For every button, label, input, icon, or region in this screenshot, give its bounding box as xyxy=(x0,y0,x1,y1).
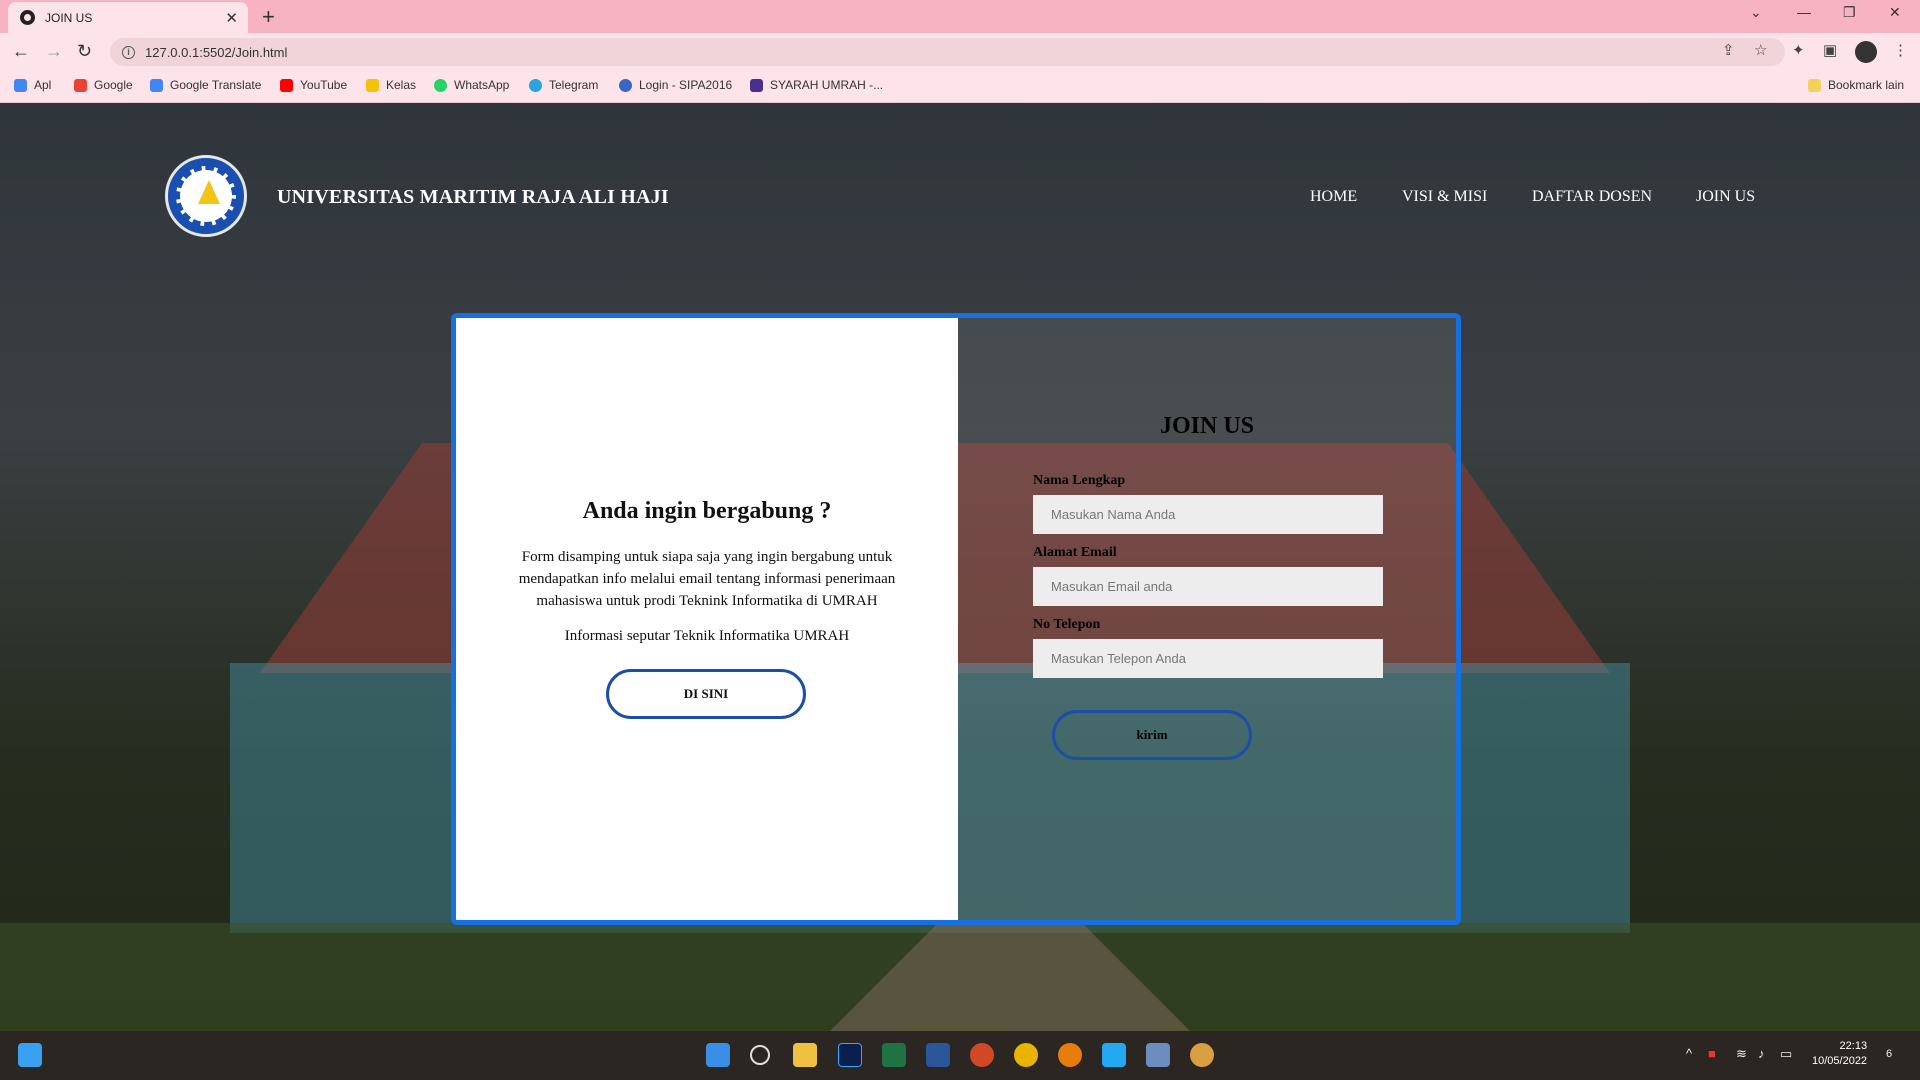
back-arrow-icon[interactable]: ← xyxy=(12,41,30,62)
chrome-icon[interactable] xyxy=(1014,1043,1038,1067)
bookmark-whatsapp[interactable]: WhatsApp xyxy=(434,78,509,92)
form-heading: JOIN US xyxy=(1159,413,1255,439)
chrome-active-icon[interactable] xyxy=(1190,1043,1214,1067)
name-input[interactable] xyxy=(1033,495,1383,534)
side-panel-icon[interactable]: ▣ xyxy=(1823,41,1837,59)
clock-date: 10/05/2022 xyxy=(1812,1055,1868,1067)
globe-icon xyxy=(20,10,35,25)
system-clock[interactable]: 22:13 10/05/2022 xyxy=(1812,1039,1867,1069)
reload-icon[interactable]: ↻ xyxy=(77,41,92,62)
bookmark-other[interactable]: Bookmark lain xyxy=(1808,78,1904,92)
url-field[interactable]: i 127.0.0.1:5502/Join.html xyxy=(110,38,1785,66)
menu-dots-icon[interactable]: ⋮ xyxy=(1893,41,1908,59)
email-label: Alamat Email xyxy=(1033,545,1117,560)
umrah-icon xyxy=(750,78,763,92)
bookmark-sipa[interactable]: Login - SIPA2016 xyxy=(619,78,732,92)
address-bar: ← → ↻ i 127.0.0.1:5502/Join.html ⇪ ☆ ✦ ▣… xyxy=(0,33,1920,70)
telegram-icon xyxy=(529,78,542,92)
join-info-heading: Anda ingin bergabung ? xyxy=(582,498,832,524)
nav-visi-misi[interactable]: VISI & MISI xyxy=(1402,188,1487,206)
name-label: Nama Lengkap xyxy=(1033,473,1126,488)
app-cube-icon[interactable] xyxy=(1146,1043,1170,1067)
volume-icon[interactable]: ♪ xyxy=(1758,1046,1765,1061)
file-explorer-icon[interactable] xyxy=(793,1043,817,1067)
share-icon[interactable]: ⇪ xyxy=(1722,41,1735,59)
bookmarks-bar: Apl Google Google Translate YouTube Kela… xyxy=(0,70,1920,103)
minimize-button[interactable]: — xyxy=(1797,4,1811,20)
tab-title: JOIN US xyxy=(45,10,93,25)
join-info-panel: Anda ingin bergabung ? Form disamping un… xyxy=(456,318,958,920)
tray-chevron-icon[interactable]: ^ xyxy=(1686,1046,1692,1061)
windows-taskbar: ^ ■ ≋ ♪ ▭ 22:13 10/05/2022 6 xyxy=(0,1031,1920,1080)
wifi-icon[interactable]: ≋ xyxy=(1736,1046,1747,1062)
battery-icon[interactable]: ▭ xyxy=(1780,1046,1792,1062)
translate-icon xyxy=(150,78,163,92)
sipa-icon xyxy=(619,78,632,92)
vscode-icon[interactable] xyxy=(1102,1043,1126,1067)
kirim-button[interactable]: kirim xyxy=(1052,710,1252,760)
page-background: UNIVERSITAS MARITIM RAJA ALI HAJI HOME V… xyxy=(0,103,1920,1031)
google-icon xyxy=(74,78,87,92)
restore-button[interactable]: ❐ xyxy=(1843,4,1856,21)
forward-arrow-icon[interactable]: → xyxy=(45,41,63,62)
email-input[interactable] xyxy=(1033,567,1383,606)
bookmark-youtube[interactable]: YouTube xyxy=(280,78,347,92)
join-card: Anda ingin bergabung ? Form disamping un… xyxy=(451,313,1461,925)
clock-time: 22:13 xyxy=(1839,1040,1868,1052)
join-info-description: Form disamping untuk siapa saja yang ing… xyxy=(518,549,896,609)
bookmark-syarah-umrah[interactable]: SYARAH UMRAH -... xyxy=(750,78,883,92)
browser-tab-bar: JOIN US ✕ + ⌄ — ❐ ✕ xyxy=(0,0,1920,33)
widgets-icon[interactable] xyxy=(18,1043,42,1067)
search-icon[interactable] xyxy=(750,1045,770,1065)
nav-home[interactable]: HOME xyxy=(1310,188,1357,206)
notification-count[interactable]: 6 xyxy=(1886,1048,1892,1060)
bookmark-telegram[interactable]: Telegram xyxy=(529,78,598,92)
excel-icon[interactable] xyxy=(882,1043,906,1067)
bookmark-apps[interactable]: Apl xyxy=(14,78,51,92)
phone-input[interactable] xyxy=(1033,639,1383,678)
whatsapp-icon xyxy=(434,78,447,92)
bookmark-google[interactable]: Google xyxy=(74,78,133,92)
university-logo[interactable] xyxy=(165,155,247,237)
blender-icon[interactable] xyxy=(1058,1043,1082,1067)
site-info-icon[interactable]: i xyxy=(122,45,135,59)
powerpoint-icon[interactable] xyxy=(970,1043,994,1067)
join-info-subtext: Informasi seputar Teknik Informatika UMR… xyxy=(564,628,850,644)
extensions-icon[interactable]: ✦ xyxy=(1792,41,1805,59)
close-window-button[interactable]: ✕ xyxy=(1889,4,1901,21)
folder-icon xyxy=(1808,78,1821,92)
bookmark-google-translate[interactable]: Google Translate xyxy=(150,78,261,92)
tab-search-icon[interactable]: ⌄ xyxy=(1750,4,1762,21)
logo-emblem xyxy=(176,166,236,226)
youtube-icon xyxy=(280,78,293,92)
phone-label: No Telepon xyxy=(1033,617,1101,632)
photoshop-icon[interactable] xyxy=(838,1043,862,1067)
browser-tab[interactable]: JOIN US ✕ xyxy=(8,2,248,33)
di-sini-button[interactable]: DI SINI xyxy=(606,669,806,719)
tray-app-icon[interactable]: ■ xyxy=(1708,1046,1716,1061)
start-icon[interactable] xyxy=(706,1043,730,1067)
classroom-icon xyxy=(366,78,379,92)
bookmark-kelas[interactable]: Kelas xyxy=(366,78,416,92)
site-title: UNIVERSITAS MARITIM RAJA ALI HAJI xyxy=(277,186,669,208)
url-text: 127.0.0.1:5502/Join.html xyxy=(145,44,288,60)
profile-avatar[interactable] xyxy=(1855,41,1877,63)
nav-daftar-dosen[interactable]: DAFTAR DOSEN xyxy=(1532,188,1652,206)
close-tab-icon[interactable]: ✕ xyxy=(225,9,238,27)
new-tab-button[interactable]: + xyxy=(262,4,275,30)
word-icon[interactable] xyxy=(926,1043,950,1067)
join-form-panel: JOIN US Nama Lengkap Alamat Email No Tel… xyxy=(958,318,1456,920)
apps-grid-icon xyxy=(14,78,27,92)
nav-join-us[interactable]: JOIN US xyxy=(1696,188,1755,206)
star-icon[interactable]: ☆ xyxy=(1754,41,1767,59)
